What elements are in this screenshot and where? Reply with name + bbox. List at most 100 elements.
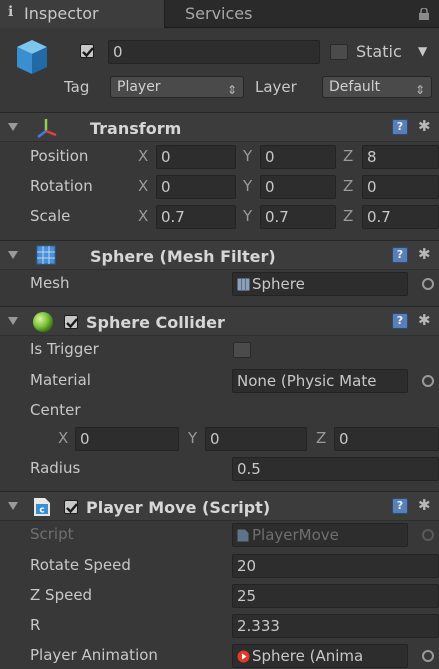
rotate-speed-input[interactable]: 20 — [232, 554, 439, 578]
radius-label: Radius — [30, 459, 81, 477]
rotation-x-input[interactable]: 0 — [156, 175, 236, 199]
help-icon[interactable]: ? — [392, 247, 408, 263]
rotation-y-input[interactable]: 0 — [260, 175, 336, 199]
script-value: PlayerMove — [252, 526, 339, 544]
scale-y-axis: Y — [243, 207, 253, 225]
center-z-input[interactable]: 0 — [334, 427, 439, 451]
sphere-collider-header[interactable]: Sphere Collider ? ✱ — [0, 306, 439, 336]
r-label: R — [30, 616, 41, 634]
transform-axes-icon — [37, 119, 57, 138]
player-animation-object-field[interactable]: Sphere (Anima — [232, 644, 408, 668]
material-label: Material — [30, 371, 91, 389]
mesh-filter-title: Sphere (Mesh Filter) — [90, 247, 276, 266]
z-speed-input[interactable]: 25 — [232, 584, 439, 608]
position-z-axis: Z — [343, 147, 354, 165]
mesh-label: Mesh — [30, 274, 70, 292]
player-move-enabled-checkbox[interactable] — [64, 500, 78, 514]
tab-services[interactable]: Services — [165, 0, 315, 28]
help-icon[interactable]: ? — [392, 119, 408, 135]
script-label: Script — [30, 525, 74, 543]
radius-input[interactable]: 0.5 — [232, 457, 439, 481]
scale-x-input[interactable]: 0.7 — [156, 205, 236, 229]
is-trigger-label: Is Trigger — [30, 340, 99, 358]
layer-label: Layer — [255, 78, 297, 96]
mesh-asset-icon — [237, 278, 250, 291]
foldout-arrow-icon[interactable] — [8, 502, 18, 510]
svg-text:c: c — [39, 506, 44, 516]
sphere-collider-title: Sphere Collider — [86, 313, 225, 332]
mesh-object-field[interactable]: Sphere — [232, 272, 408, 296]
tab-bar: ℹ Inspector Services — [0, 0, 439, 28]
help-icon[interactable]: ? — [392, 313, 408, 329]
mesh-grid-icon — [36, 245, 56, 265]
center-z-axis: Z — [316, 429, 327, 447]
player-animation-value: Sphere (Anima — [252, 647, 364, 665]
r-input[interactable]: 2.333 — [232, 614, 439, 638]
center-x-input[interactable]: 0 — [75, 427, 179, 451]
gear-icon[interactable]: ✱ — [418, 311, 431, 329]
dropdown-arrow-icon: ⇕ — [226, 83, 237, 97]
scale-z-axis: Z — [343, 207, 354, 225]
sphere-collider-enabled-checkbox[interactable] — [64, 315, 78, 329]
script-asset-icon — [237, 529, 249, 542]
object-picker-icon[interactable] — [422, 650, 434, 662]
rotation-z-input[interactable]: 0 — [362, 175, 439, 199]
scale-label: Scale — [30, 207, 71, 225]
static-label: Static — [356, 42, 402, 61]
center-x-axis: X — [58, 429, 69, 447]
center-y-input[interactable]: 0 — [205, 427, 307, 451]
rotation-z-axis: Z — [343, 177, 354, 195]
object-picker-icon[interactable] — [422, 375, 434, 387]
active-checkbox[interactable] — [80, 44, 94, 58]
foldout-arrow-icon[interactable] — [8, 251, 18, 259]
rotate-speed-label: Rotate Speed — [30, 556, 131, 574]
static-dropdown-arrow-icon[interactable]: ▼ — [418, 44, 427, 58]
transform-header[interactable]: Transform ? ✱ — [0, 112, 439, 142]
object-picker-icon[interactable] — [422, 278, 434, 290]
rotation-x-axis: X — [138, 177, 149, 195]
gear-icon[interactable]: ✱ — [418, 496, 431, 514]
tag-label: Tag — [64, 78, 90, 96]
position-y-axis: Y — [243, 147, 253, 165]
center-y-axis: Y — [188, 429, 198, 447]
tag-dropdown[interactable]: Player ⇕ — [110, 76, 244, 98]
position-z-input[interactable]: 8 — [362, 145, 439, 169]
static-checkbox[interactable] — [330, 44, 348, 60]
object-name-input[interactable]: 0 — [108, 40, 320, 64]
tag-value: Player — [117, 79, 161, 95]
rotation-label: Rotation — [30, 177, 93, 195]
help-icon[interactable]: ? — [392, 498, 408, 514]
mesh-filter-header[interactable]: Sphere (Mesh Filter) ? ✱ — [0, 240, 439, 270]
dropdown-arrow-icon: ⇕ — [414, 83, 425, 97]
material-object-field[interactable]: None (Physic Mate — [232, 369, 408, 393]
tab-inspector[interactable]: ℹ Inspector — [0, 0, 165, 28]
position-y-input[interactable]: 0 — [260, 145, 336, 169]
scale-z-input[interactable]: 0.7 — [362, 205, 439, 229]
player-move-header[interactable]: c Player Move (Script) ? ✱ — [0, 491, 439, 521]
layer-value: Default — [329, 79, 381, 95]
foldout-arrow-icon[interactable] — [8, 123, 18, 131]
layer-dropdown[interactable]: Default ⇕ — [322, 76, 432, 98]
gameobject-cube-icon — [17, 40, 47, 74]
animation-clip-icon — [237, 650, 250, 663]
is-trigger-checkbox[interactable] — [233, 342, 251, 358]
tab-services-label: Services — [185, 4, 253, 23]
sphere-collider-icon — [33, 312, 53, 332]
gear-icon[interactable]: ✱ — [418, 245, 431, 263]
gear-icon[interactable]: ✱ — [418, 117, 431, 135]
info-icon: ℹ — [8, 4, 14, 20]
scale-x-axis: X — [138, 207, 149, 225]
scale-y-input[interactable]: 0.7 — [260, 205, 336, 229]
mesh-value: Sphere — [252, 275, 305, 293]
rotation-y-axis: Y — [243, 177, 253, 195]
position-x-input[interactable]: 0 — [156, 145, 236, 169]
object-picker-icon — [422, 529, 434, 541]
center-label: Center — [30, 401, 81, 419]
script-object-field: PlayerMove — [232, 523, 408, 547]
position-label: Position — [30, 147, 89, 165]
lock-icon[interactable] — [419, 8, 429, 20]
tab-inspector-label: Inspector — [24, 4, 99, 23]
csharp-script-icon: c — [34, 498, 50, 516]
foldout-arrow-icon[interactable] — [8, 317, 18, 325]
position-x-axis: X — [138, 147, 149, 165]
